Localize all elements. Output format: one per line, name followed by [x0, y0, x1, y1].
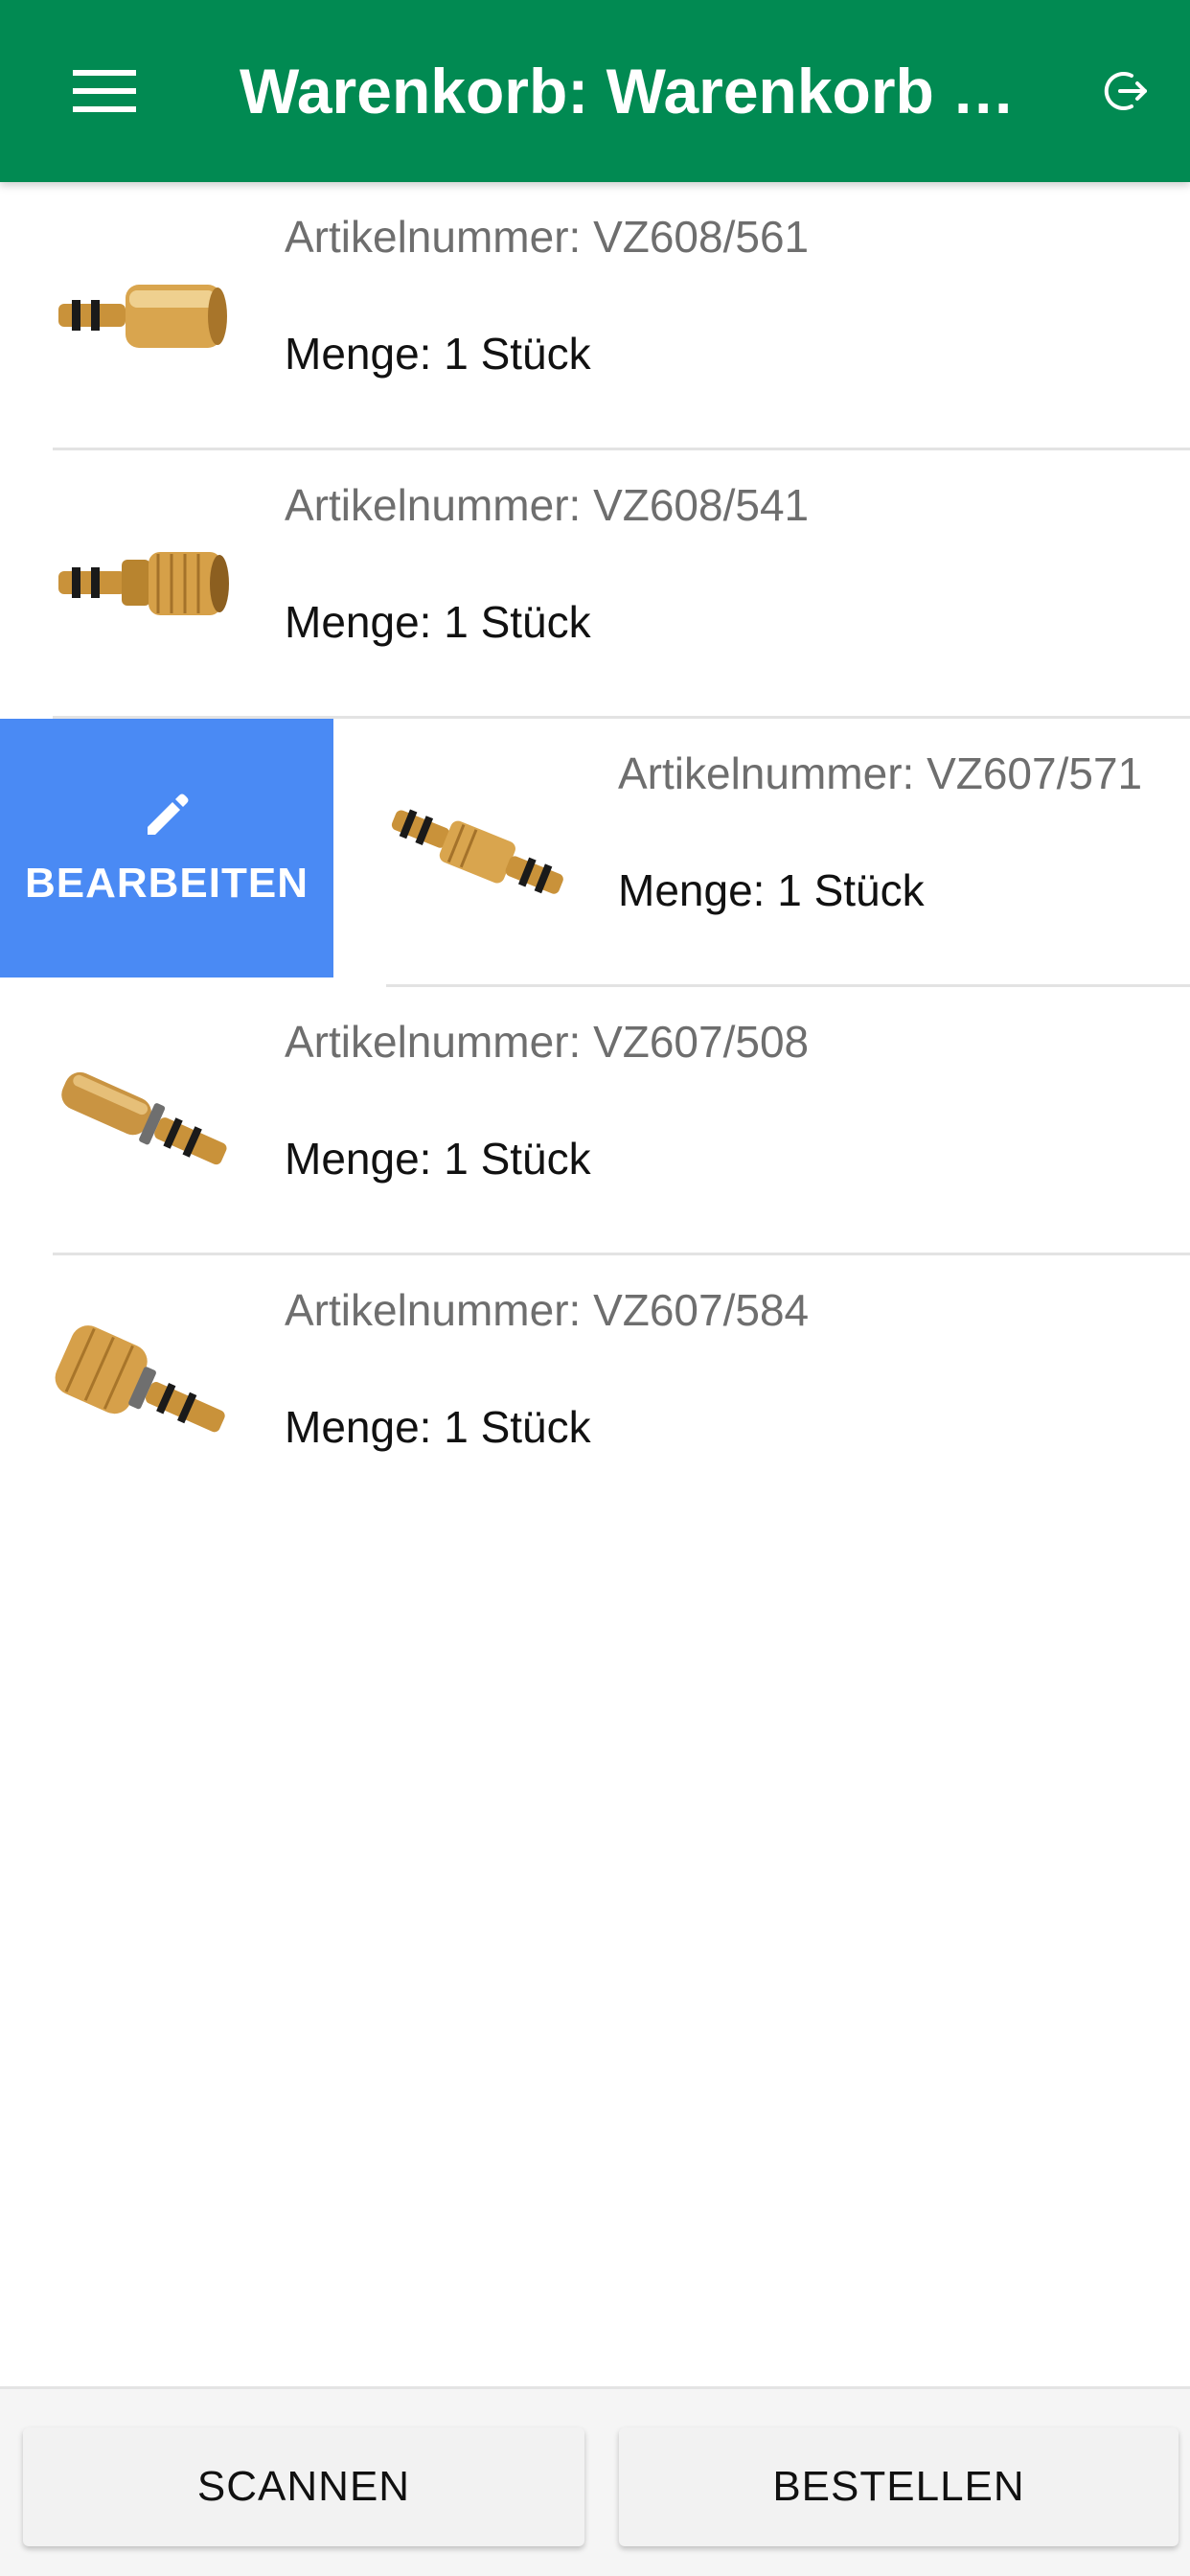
article-number: Artikelnummer: VZ607/571 — [618, 748, 1143, 798]
logout-icon — [1104, 72, 1147, 110]
edit-action-label: BEARBEITEN — [24, 860, 309, 907]
edit-swipe-action[interactable]: BEARBEITEN — [0, 719, 333, 978]
list-item[interactable]: Artikelnummer: VZ608/541 Menge: 1 Stück — [0, 450, 1190, 719]
fitting-image-icon — [55, 1325, 225, 1433]
list-item-swiped[interactable]: BEARBEITEN Artikelnummer: VZ607/571 Meng… — [0, 719, 1190, 987]
product-thumbnail — [381, 757, 573, 949]
menu-button[interactable] — [52, 48, 157, 134]
pencil-icon — [148, 794, 189, 835]
fitting-image-icon — [58, 285, 227, 348]
swiped-item-content: Artikelnummer: VZ607/571 Menge: 1 Stück — [333, 719, 1190, 987]
product-thumbnail — [48, 1294, 240, 1485]
product-thumbnail — [48, 1025, 240, 1217]
article-number: Artikelnummer: VZ608/561 — [285, 212, 810, 262]
article-number: Artikelnummer: VZ607/508 — [285, 1017, 810, 1067]
list-item[interactable]: Artikelnummer: VZ607/584 Menge: 1 Stück — [0, 1255, 1190, 1524]
product-thumbnail — [48, 220, 240, 412]
page-title: Warenkorb: Warenkorb al... — [240, 56, 1044, 126]
list-item[interactable]: Artikelnummer: VZ607/508 Menge: 1 Stück — [0, 987, 1190, 1255]
order-button[interactable]: BESTELLEN — [619, 2427, 1179, 2546]
scan-button[interactable]: SCANNEN — [23, 2427, 584, 2546]
bottom-action-bar: SCANNEN BESTELLEN — [0, 2386, 1190, 2576]
article-number: Artikelnummer: VZ608/541 — [285, 480, 810, 530]
top-app-bar: Warenkorb: Warenkorb al... — [0, 0, 1190, 182]
fitting-image-icon — [61, 1071, 227, 1165]
fitting-image-icon — [58, 552, 229, 615]
quantity: Menge: 1 Stück — [285, 1402, 591, 1452]
quantity: Menge: 1 Stück — [285, 1134, 591, 1184]
article-number: Artikelnummer: VZ607/584 — [285, 1285, 810, 1335]
quantity: Menge: 1 Stück — [618, 865, 925, 915]
quantity: Menge: 1 Stück — [285, 597, 591, 647]
hamburger-menu-icon — [73, 70, 136, 112]
fitting-image-icon — [391, 809, 563, 894]
logout-button[interactable] — [1083, 48, 1169, 134]
quantity: Menge: 1 Stück — [285, 329, 591, 379]
list-item[interactable]: Artikelnummer: VZ608/561 Menge: 1 Stück — [0, 182, 1190, 450]
product-thumbnail — [48, 489, 240, 680]
cart-item-list: Artikelnummer: VZ608/561 Menge: 1 Stück — [0, 182, 1190, 1524]
app-root: Warenkorb: Warenkorb al... Artikelnummer… — [0, 0, 1190, 2576]
